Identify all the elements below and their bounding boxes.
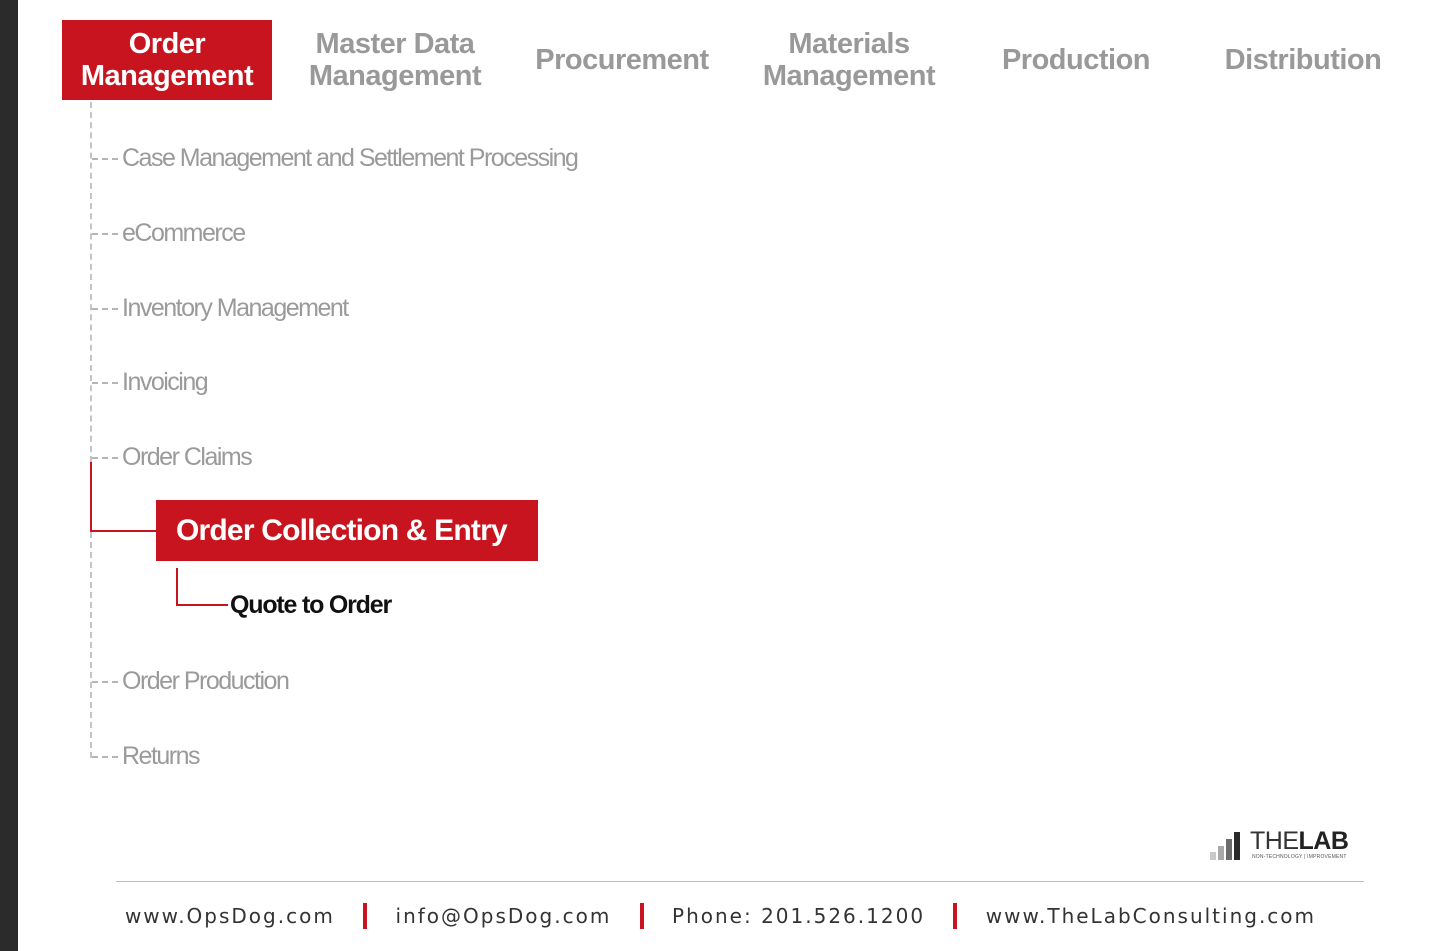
footer-divider bbox=[116, 881, 1364, 882]
tab-label: Master Data bbox=[315, 28, 475, 60]
tree-branch bbox=[92, 158, 118, 160]
tab-order-management[interactable]: Order Management bbox=[62, 20, 272, 100]
child-connector bbox=[176, 604, 228, 606]
tree-branch bbox=[92, 308, 118, 310]
tree-item-case-management[interactable]: Case Management and Settlement Processin… bbox=[122, 143, 579, 173]
selected-item-label: Order Collection & Entry bbox=[176, 513, 508, 547]
tree-branch bbox=[92, 681, 118, 683]
tab-materials-management[interactable]: Materials Management bbox=[744, 20, 954, 100]
tree-connector-selected bbox=[90, 462, 92, 532]
tab-label: Management bbox=[762, 60, 936, 92]
left-edge-strip bbox=[0, 0, 18, 951]
footer-separator bbox=[953, 902, 958, 929]
tree-item-ecommerce[interactable]: eCommerce bbox=[122, 218, 246, 248]
the-lab-logo: THELAB NON-TECHNOLOGY | IMPROVEMENT bbox=[1210, 828, 1370, 864]
tree-branch bbox=[92, 382, 118, 384]
tab-label: Distribution bbox=[1224, 44, 1382, 76]
footer-link-thelab[interactable]: www.TheLabConsulting.com bbox=[986, 904, 1316, 928]
tree-connector-selected bbox=[90, 530, 156, 532]
tab-label: Order bbox=[128, 28, 206, 60]
tab-production[interactable]: Production bbox=[972, 20, 1180, 100]
footer: www.OpsDog.com info@OpsDog.com Phone: 20… bbox=[0, 902, 1441, 931]
tree-branch bbox=[92, 457, 118, 459]
tree-item-invoicing[interactable]: Invoicing bbox=[122, 367, 209, 397]
footer-separator bbox=[639, 902, 644, 929]
tree-branch bbox=[92, 233, 118, 235]
tree-item-order-claims[interactable]: Order Claims bbox=[122, 442, 253, 472]
logo-text-lab: LAB bbox=[1298, 827, 1349, 855]
footer-link-email[interactable]: info@OpsDog.com bbox=[396, 904, 612, 928]
logo-wordmark: THELAB bbox=[1250, 827, 1349, 855]
tree-child-quote-to-order[interactable]: Quote to Order bbox=[230, 590, 392, 620]
child-connector bbox=[176, 568, 178, 606]
logo-text-the: THE bbox=[1250, 827, 1299, 855]
tab-label: Materials bbox=[788, 28, 910, 60]
tree-branch bbox=[92, 756, 118, 758]
tab-distribution[interactable]: Distribution bbox=[1198, 20, 1408, 100]
tree-item-inventory-management[interactable]: Inventory Management bbox=[122, 293, 349, 323]
tree-connector-dashed bbox=[90, 102, 92, 462]
tab-procurement[interactable]: Procurement bbox=[518, 20, 726, 100]
tree-connector-dashed bbox=[90, 532, 92, 758]
footer-link-opsdog[interactable]: www.OpsDog.com bbox=[125, 904, 335, 928]
footer-separator bbox=[363, 902, 368, 929]
tree-item-order-production[interactable]: Order Production bbox=[122, 666, 290, 696]
tree-item-returns[interactable]: Returns bbox=[122, 741, 201, 771]
tab-label: Management bbox=[308, 60, 482, 92]
logo-tagline: NON-TECHNOLOGY | IMPROVEMENT bbox=[1252, 854, 1347, 860]
tree-item-order-collection-entry[interactable]: Order Collection & Entry bbox=[156, 500, 538, 561]
tab-label: Management bbox=[80, 60, 254, 92]
tab-master-data-management[interactable]: Master Data Management bbox=[290, 20, 500, 100]
tab-label: Procurement bbox=[535, 44, 709, 76]
footer-phone: Phone: 201.526.1200 bbox=[672, 904, 926, 928]
tab-label: Production bbox=[1001, 44, 1151, 76]
